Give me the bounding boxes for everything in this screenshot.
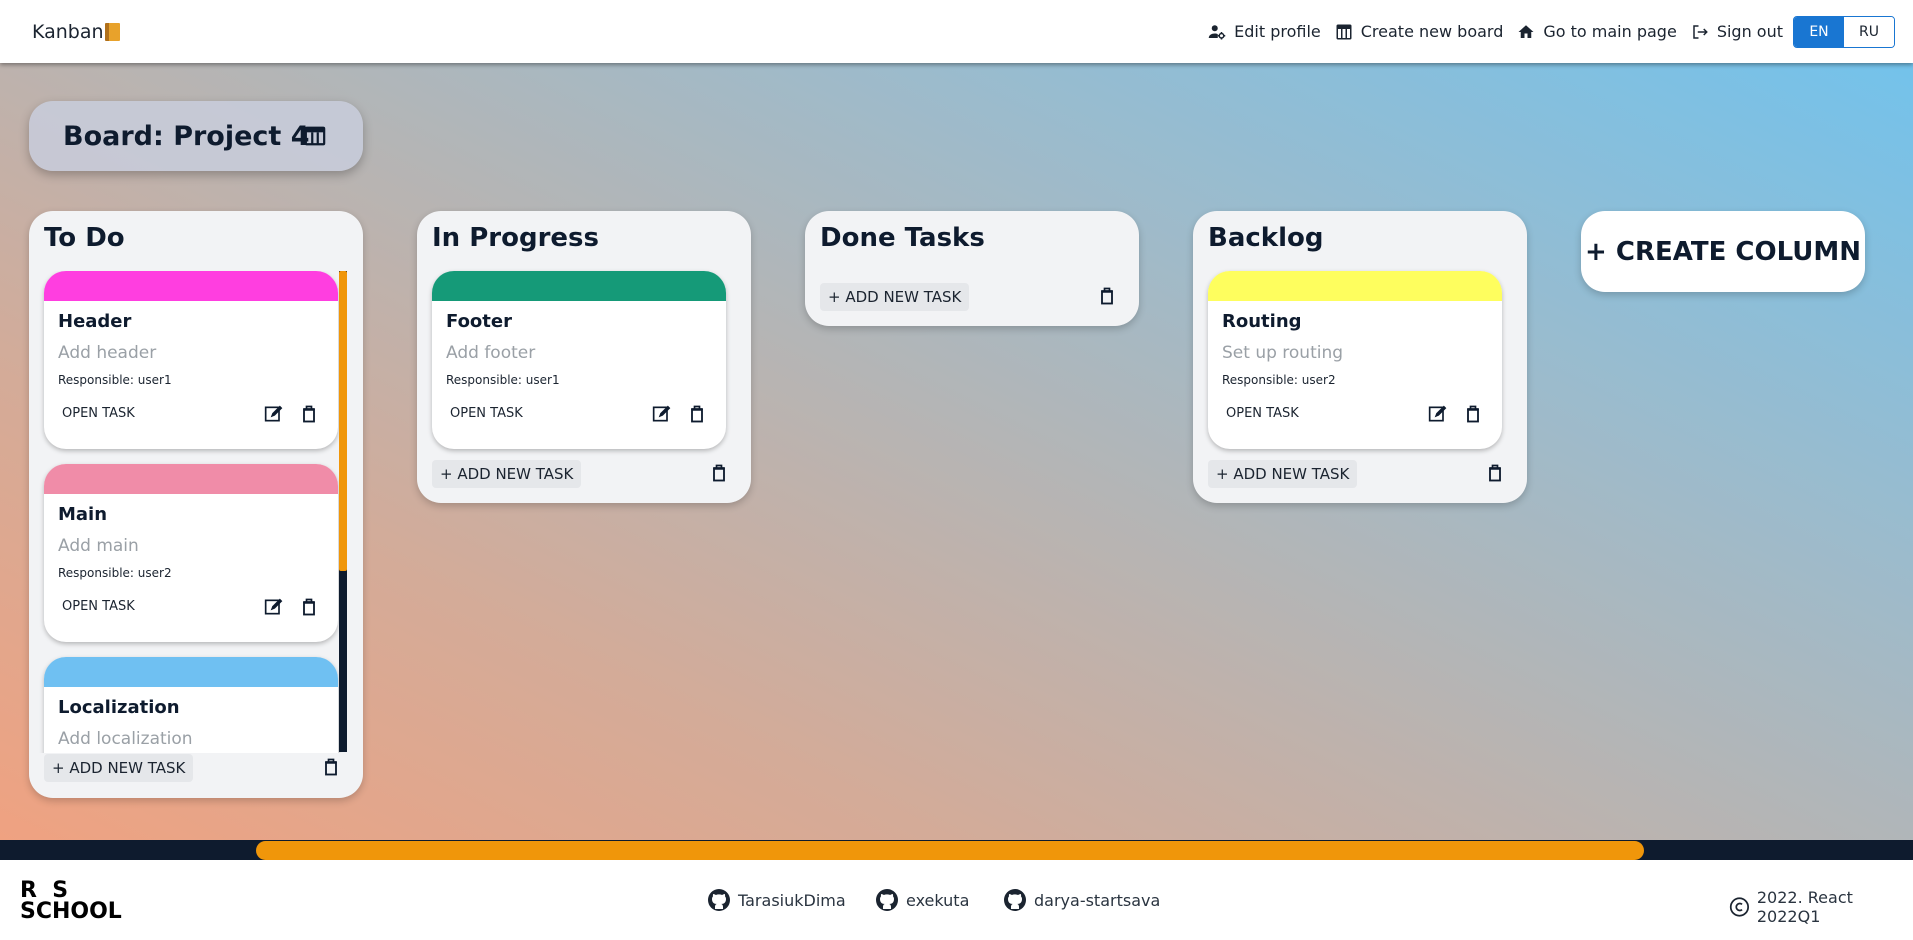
edit-icon[interactable]	[1428, 404, 1448, 424]
trash-icon[interactable]	[1486, 463, 1504, 483]
create-column-button[interactable]: + CREATE COLUMN	[1581, 211, 1865, 292]
language-switcher: EN RU	[1793, 15, 1895, 48]
edit-profile-link[interactable]: Edit profile	[1208, 22, 1321, 41]
create-board-link[interactable]: Create new board	[1335, 22, 1504, 41]
rs-logo-line2: SCHOOL	[20, 899, 122, 924]
task-responsible: Responsible: user1	[446, 373, 560, 387]
main-page-label: Go to main page	[1543, 22, 1677, 41]
open-task-button[interactable]: OPEN TASK	[62, 406, 135, 421]
task-title: Header	[58, 311, 132, 332]
task-description: Add main	[58, 536, 139, 556]
logout-icon	[1693, 24, 1708, 39]
github-icon	[1004, 889, 1026, 911]
sign-out-link[interactable]: Sign out	[1691, 22, 1783, 41]
task-title: Main	[58, 504, 108, 525]
task-card[interactable]: Footer Add footer Responsible: user1 OPE…	[432, 271, 726, 449]
task-color-band	[432, 271, 726, 301]
trash-icon[interactable]	[1098, 286, 1116, 306]
task-card[interactable]: Main Add main Responsible: user2 OPEN TA…	[44, 464, 338, 642]
column-title: Done Tasks	[820, 223, 985, 253]
trash-icon[interactable]	[1464, 404, 1482, 424]
task-color-band	[1208, 271, 1502, 301]
open-task-button[interactable]: OPEN TASK	[1226, 406, 1299, 421]
lang-ru-button[interactable]: RU	[1844, 16, 1894, 47]
task-title: Routing	[1222, 311, 1302, 332]
column-in-progress: In Progress Footer Add footer Responsibl…	[417, 211, 751, 503]
rs-logo-line1: R S	[20, 878, 69, 903]
trash-icon[interactable]	[710, 463, 728, 483]
add-task-button[interactable]: + ADD NEW TASK	[44, 754, 194, 782]
task-card[interactable]: Routing Set up routing Responsible: user…	[1208, 271, 1502, 449]
task-title: Footer	[446, 311, 512, 332]
task-responsible: Responsible: user2	[1222, 373, 1336, 387]
user-gear-icon	[1208, 24, 1226, 39]
table-icon[interactable]	[304, 125, 326, 147]
task-responsible: Responsible: user2	[58, 566, 172, 580]
column-title: In Progress	[432, 223, 599, 253]
column-title: To Do	[44, 223, 125, 253]
github-link-exekuta[interactable]: exekuta	[875, 888, 969, 912]
copyright: 2022. React 2022Q1	[1729, 888, 1913, 926]
open-task-button[interactable]: OPEN TASK	[450, 406, 523, 421]
edit-icon[interactable]	[264, 404, 284, 424]
column-backlog: Backlog Routing Set up routing Responsib…	[1193, 211, 1527, 503]
column-todo: To Do Header Add header Responsible: use…	[29, 211, 363, 798]
app-logo[interactable]: Kanban	[32, 21, 120, 43]
home-icon	[1518, 24, 1534, 38]
edit-profile-label: Edit profile	[1234, 22, 1321, 41]
task-responsible: Responsible: user1	[58, 373, 172, 387]
add-task-button[interactable]: + ADD NEW TASK	[1208, 460, 1358, 488]
sign-out-label: Sign out	[1716, 22, 1783, 41]
trash-icon[interactable]	[300, 404, 318, 424]
task-color-band	[44, 464, 338, 494]
copyright-icon	[1729, 897, 1750, 917]
github-author: exekuta	[906, 890, 970, 910]
task-color-band	[44, 271, 338, 301]
edit-icon[interactable]	[652, 404, 672, 424]
board-title-panel: Board: Project 4	[29, 101, 363, 171]
lang-en-button[interactable]: EN	[1794, 16, 1844, 47]
app-header: Kanban Edit profile Create new board Go …	[0, 0, 1913, 63]
column-title: Backlog	[1208, 223, 1324, 253]
open-task-button[interactable]: OPEN TASK	[62, 599, 135, 614]
task-description: Add footer	[446, 343, 536, 363]
board-title: Board: Project 4	[63, 120, 310, 152]
app-logo-text: Kanban	[32, 20, 104, 43]
rs-school-logo[interactable]: R S SCHOOL	[20, 880, 140, 924]
task-description: Add header	[58, 343, 157, 363]
main-page-link[interactable]: Go to main page	[1517, 22, 1677, 41]
table-icon	[1336, 24, 1352, 39]
edit-icon[interactable]	[264, 597, 284, 617]
trash-icon[interactable]	[688, 404, 706, 424]
github-link-tarasiukdima[interactable]: TarasiukDima	[707, 888, 846, 912]
task-card[interactable]: Header Add header Responsible: user1 OPE…	[44, 271, 338, 449]
book-icon	[104, 22, 120, 41]
header-nav: Edit profile Create new board Go to main…	[1194, 15, 1895, 48]
github-icon	[876, 889, 898, 911]
column-scrollbar-thumb[interactable]	[339, 271, 347, 571]
task-title: Localization	[58, 697, 180, 718]
github-author: darya-startsava	[1034, 890, 1161, 910]
github-author: TarasiukDima	[738, 890, 846, 910]
github-link-darya-startsava[interactable]: darya-startsava	[1003, 888, 1160, 912]
github-icon	[708, 889, 730, 911]
trash-icon[interactable]	[300, 597, 318, 617]
task-card[interactable]: Localization Add localization	[44, 657, 338, 753]
task-color-band	[44, 657, 338, 687]
copyright-text: 2022. React 2022Q1	[1756, 888, 1853, 926]
task-description: Add localization	[58, 729, 193, 749]
add-task-button[interactable]: + ADD NEW TASK	[432, 460, 582, 488]
task-description: Set up routing	[1222, 343, 1344, 363]
trash-icon[interactable]	[322, 757, 340, 777]
column-done: Done Tasks + ADD NEW TASK	[805, 211, 1139, 326]
add-task-button[interactable]: + ADD NEW TASK	[820, 283, 970, 311]
board-scrollbar-thumb[interactable]	[256, 841, 1644, 860]
column-task-list[interactable]: Header Add header Responsible: user1 OPE…	[29, 271, 363, 753]
create-board-label: Create new board	[1360, 22, 1504, 41]
